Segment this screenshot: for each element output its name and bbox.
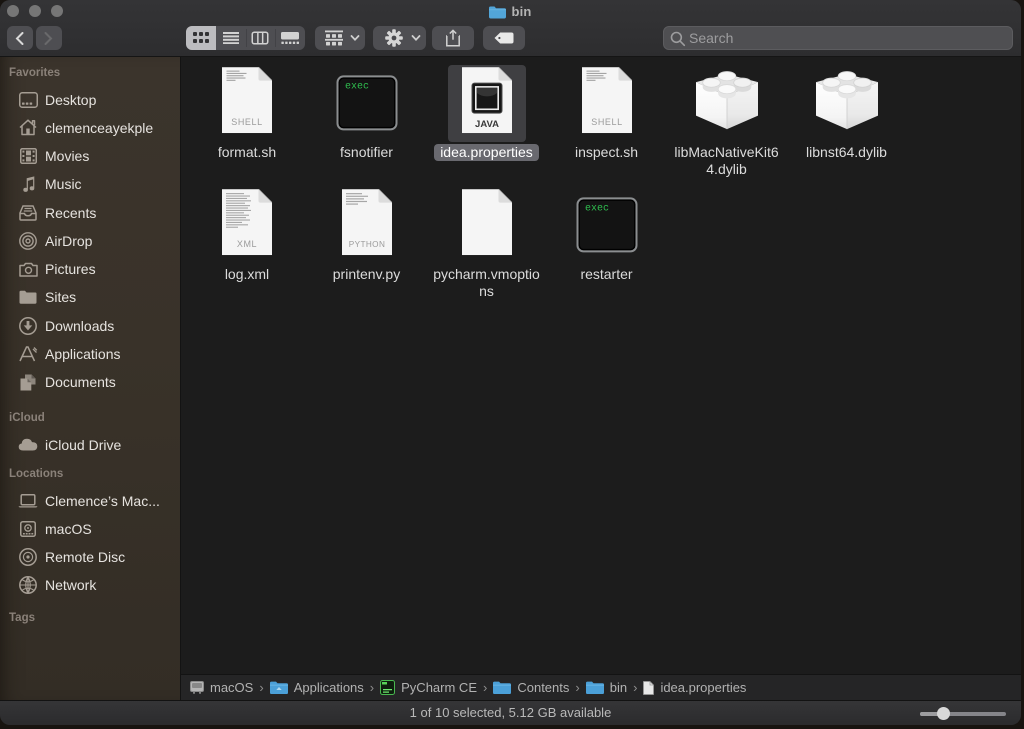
svg-text:SHELL: SHELL	[231, 117, 263, 127]
svg-text:SHELL: SHELL	[591, 117, 623, 127]
svg-text:PYTHON: PYTHON	[348, 240, 385, 249]
svg-text:XML: XML	[237, 239, 257, 249]
svg-text:JAVA: JAVA	[475, 119, 499, 130]
